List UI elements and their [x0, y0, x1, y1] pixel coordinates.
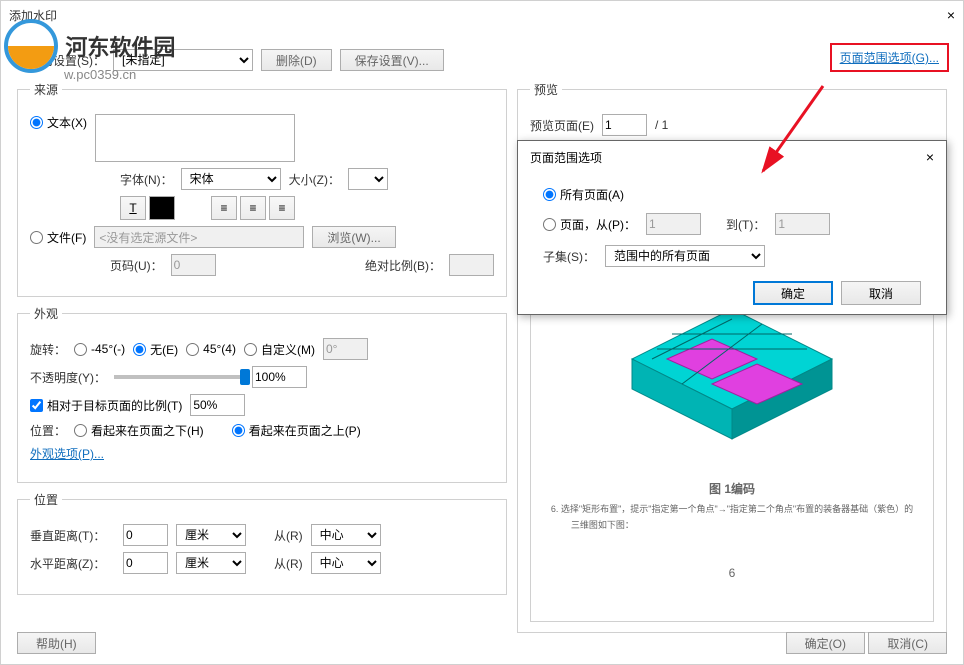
preview-caption-block: 图 1编码 6. 选择"矩形布置"，提示"指定第一个角点"→"指定第二个角点"布…: [551, 479, 913, 585]
color-picker-icon[interactable]: [149, 196, 175, 220]
popup-close-icon[interactable]: ×: [926, 149, 934, 166]
popup-titlebar: 页面范围选项 ×: [518, 141, 946, 174]
logo-icon: [4, 19, 58, 73]
file-path-input[interactable]: [94, 226, 304, 248]
position-label: 位置：: [30, 422, 66, 439]
size-combo[interactable]: [348, 168, 388, 190]
above-radio[interactable]: 看起来在页面之上(P): [232, 422, 361, 439]
appearance-options-link[interactable]: 外观选项(P)...: [30, 445, 104, 462]
subset-combo[interactable]: 范围中的所有页面: [605, 245, 765, 267]
pages-from-radio[interactable]: 页面，从(P)：: [543, 216, 636, 233]
delete-button[interactable]: 删除(D): [261, 49, 332, 71]
abs-scale-spinner[interactable]: [449, 254, 494, 276]
align-center-icon[interactable]: ≡: [240, 196, 266, 220]
page-range-link[interactable]: 页面范围选项(G)...: [840, 51, 939, 65]
align-right-icon[interactable]: ≡: [269, 196, 295, 220]
align-left-icon[interactable]: ≡: [211, 196, 237, 220]
opacity-slider[interactable]: [114, 375, 244, 379]
vdist-unit-combo[interactable]: 厘米: [176, 524, 246, 546]
size-label: 大小(Z)：: [289, 171, 340, 188]
popup-ok-button[interactable]: 确定: [753, 281, 833, 305]
preview-page-label: 预览页面(E): [530, 117, 594, 134]
from-spinner[interactable]: 1: [646, 213, 701, 235]
hfrom-label: 从(R): [274, 555, 303, 572]
opacity-spinner[interactable]: 100%: [252, 366, 307, 388]
left-column: 来源 文本(X) 字体(N)： 宋体 大小(Z)：: [17, 81, 507, 633]
close-icon[interactable]: ×: [947, 7, 955, 23]
opacity-label: 不透明度(Y)：: [30, 369, 106, 386]
cancel-button[interactable]: 取消(C): [868, 632, 947, 654]
align-group: ≡ ≡ ≡: [211, 196, 295, 220]
hdist-label: 水平距离(Z)：: [30, 555, 115, 572]
underline-icon[interactable]: T: [120, 196, 146, 220]
appearance-legend: 外观: [30, 305, 62, 322]
preview-3d-model: [612, 299, 852, 459]
footer: 帮助(H) 确定(O) 取消(C): [17, 632, 947, 654]
browse-button[interactable]: 浏览(W)...: [312, 226, 395, 248]
preview-desc2: 三维图如下图：: [571, 517, 913, 533]
page-num-spinner[interactable]: 0: [171, 254, 216, 276]
logo-url: w.pc0359.cn: [64, 67, 136, 82]
font-combo[interactable]: 宋体: [181, 168, 281, 190]
position-legend: 位置: [30, 491, 62, 508]
to-label: 到(T)：: [726, 216, 765, 233]
rotation-label: 旋转：: [30, 341, 66, 358]
page-num-label: 页码(U)：: [110, 257, 163, 274]
vfrom-combo[interactable]: 中心: [311, 524, 381, 546]
hdist-spinner[interactable]: 0: [123, 552, 168, 574]
rot-custom-spinner[interactable]: 0°: [323, 338, 368, 360]
vdist-spinner[interactable]: 0: [123, 524, 168, 546]
watermark-dialog: 添加水印 × 河东软件园 w.pc0359.cn 保存的设置(S)： [未指定]…: [0, 0, 964, 665]
page-range-popup: 页面范围选项 × 所有页面(A) 页面，从(P)： 1 到(T)： 1 子集(S…: [517, 140, 947, 315]
behind-radio[interactable]: 看起来在页面之下(H): [74, 422, 204, 439]
hdist-unit-combo[interactable]: 厘米: [176, 552, 246, 574]
relative-scale-spinner[interactable]: 50%: [190, 394, 245, 416]
preview-page-total: / 1: [655, 118, 668, 132]
subset-label: 子集(S)：: [543, 248, 595, 265]
highlighted-link-box: 页面范围选项(G)...: [830, 43, 949, 72]
help-button[interactable]: 帮助(H): [17, 632, 96, 654]
preview-page-spinner[interactable]: 1: [602, 114, 647, 136]
logo-text: 河东软件园: [65, 30, 175, 62]
text-input[interactable]: [95, 114, 295, 162]
relative-scale-check[interactable]: 相对于目标页面的比例(T): [30, 397, 182, 414]
text-style-group: T: [120, 196, 175, 220]
preview-legend: 预览: [530, 81, 562, 98]
logo-watermark: 河东软件园 w.pc0359.cn: [4, 19, 175, 73]
popup-body: 所有页面(A) 页面，从(P)： 1 到(T)： 1 子集(S)： 范围中的所有…: [518, 174, 946, 315]
to-spinner[interactable]: 1: [775, 213, 830, 235]
source-legend: 来源: [30, 81, 62, 98]
abs-scale-label: 绝对比例(B)：: [365, 257, 441, 274]
rot-none-radio[interactable]: 无(E): [133, 341, 178, 358]
file-radio[interactable]: 文件(F): [30, 229, 86, 246]
appearance-fieldset: 外观 旋转： -45°(-) 无(E) 45°(4) 自定义(M) 0° 不透明…: [17, 305, 507, 483]
preview-caption: 图 1编码: [551, 479, 913, 501]
source-fieldset: 来源 文本(X) 字体(N)： 宋体 大小(Z)：: [17, 81, 507, 297]
position-fieldset: 位置 垂直距离(T)： 0 厘米 从(R) 中心 水平距离(Z)： 0 厘米 从…: [17, 491, 507, 595]
save-settings-button[interactable]: 保存设置(V)...: [340, 49, 444, 71]
all-pages-radio[interactable]: 所有页面(A): [543, 186, 624, 203]
vdist-label: 垂直距离(T)：: [30, 527, 115, 544]
popup-cancel-button[interactable]: 取消: [841, 281, 921, 305]
preview-desc1: 6. 选择"矩形布置"，提示"指定第一个角点"→"指定第二个角点"布置的装备器基…: [551, 501, 913, 517]
vfrom-label: 从(R): [274, 527, 303, 544]
popup-title-text: 页面范围选项: [530, 149, 602, 166]
rot-45-radio[interactable]: 45°(4): [186, 342, 236, 356]
rot-neg45-radio[interactable]: -45°(-): [74, 342, 125, 356]
rot-custom-radio[interactable]: 自定义(M): [244, 341, 315, 358]
hfrom-combo[interactable]: 中心: [311, 552, 381, 574]
font-label: 字体(N)：: [120, 171, 173, 188]
slider-thumb[interactable]: [240, 369, 250, 385]
text-radio[interactable]: 文本(X): [30, 114, 87, 131]
preview-pagenum: 6: [551, 563, 913, 585]
ok-button[interactable]: 确定(O): [786, 632, 865, 654]
